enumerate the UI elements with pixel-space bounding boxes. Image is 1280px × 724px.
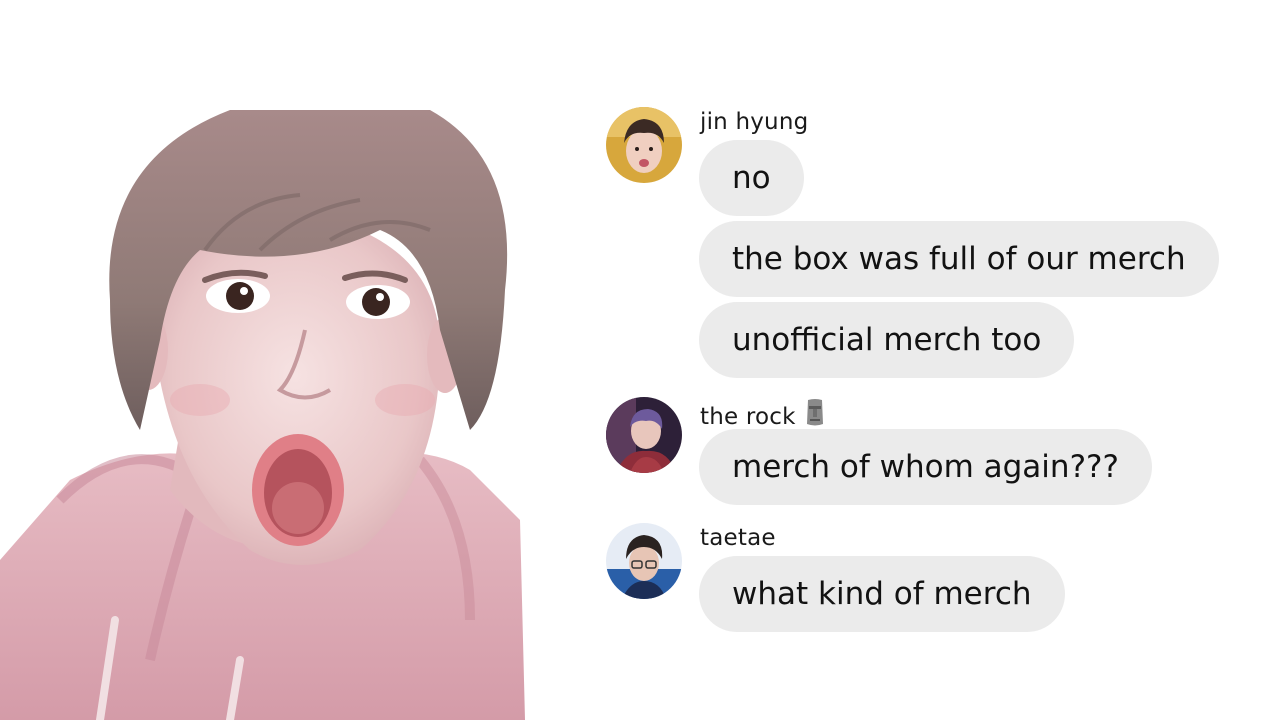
message-text: what kind of merch	[732, 576, 1032, 612]
message-text: unofficial merch too	[732, 322, 1042, 358]
message-bubble[interactable]: no	[699, 140, 804, 216]
message-bubble[interactable]: merch of whom again???	[699, 429, 1152, 505]
message-text: merch of whom again???	[732, 449, 1119, 485]
avatar[interactable]	[606, 397, 682, 473]
avatar[interactable]	[606, 523, 682, 599]
message-bubble[interactable]: the box was full of our merch	[699, 221, 1219, 297]
message-text: no	[732, 160, 771, 196]
chat-thread: jin hyung no the box was full of our mer…	[606, 0, 1266, 720]
message-bubble[interactable]: what kind of merch	[699, 556, 1065, 632]
avatar[interactable]	[606, 107, 682, 183]
message-bubble[interactable]: unofficial merch too	[699, 302, 1075, 378]
sender-name: taetae	[700, 525, 776, 551]
sender-name: jin hyung	[700, 109, 809, 135]
message-text: the box was full of our merch	[732, 241, 1186, 277]
reaction-photo	[0, 100, 540, 724]
